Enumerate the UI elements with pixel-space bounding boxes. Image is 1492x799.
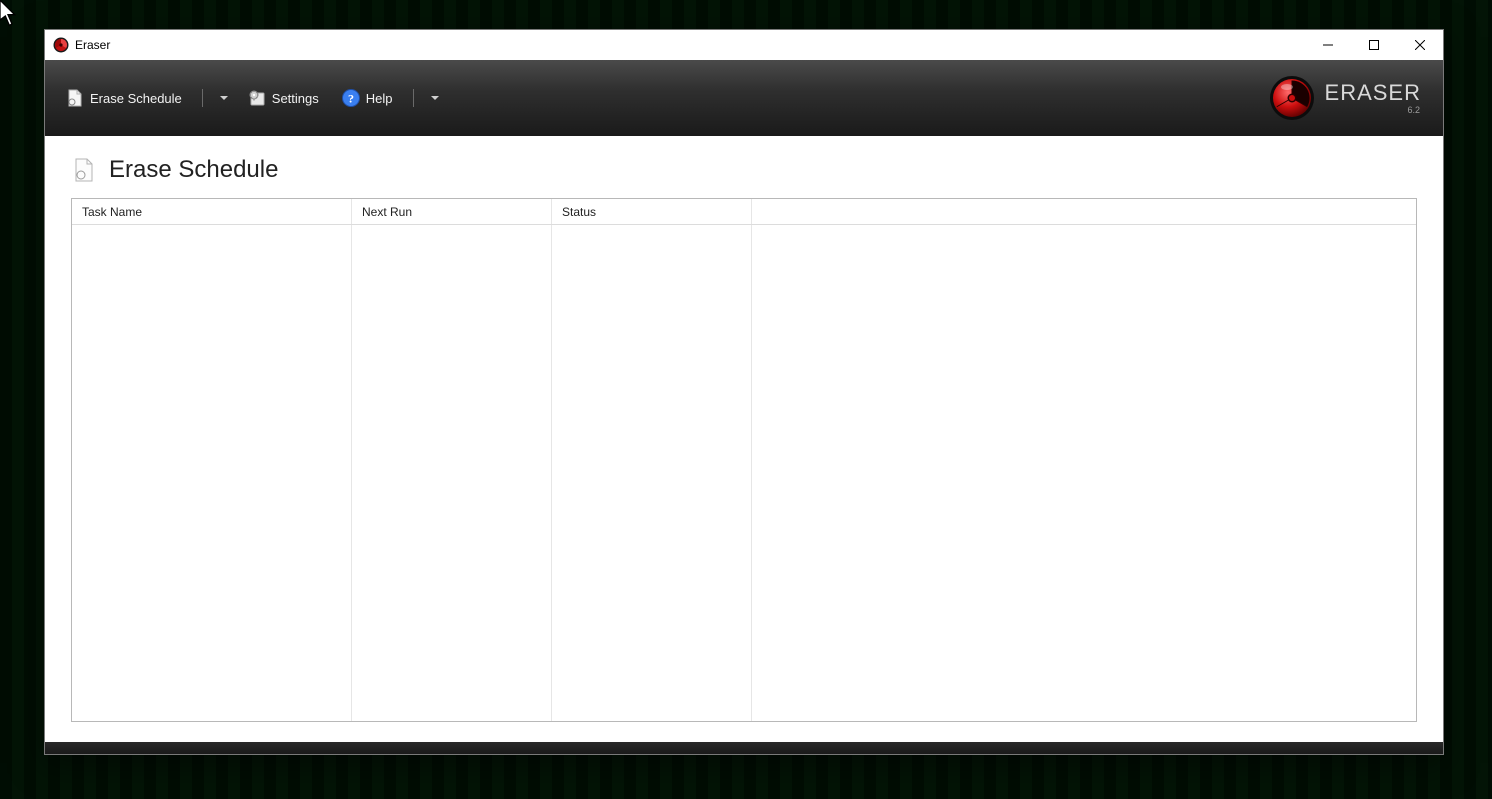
column-header-status[interactable]: Status (552, 199, 752, 224)
document-icon (71, 157, 97, 183)
app-window: Eraser Erase Schedule (44, 29, 1444, 755)
window-title: Eraser (75, 38, 110, 52)
help-label: Help (366, 91, 393, 106)
grid-header: Task Name Next Run Status (72, 199, 1416, 225)
erase-schedule-dropdown[interactable] (219, 89, 229, 107)
brand-logo-icon (1269, 75, 1315, 121)
help-button[interactable]: ? Help (337, 82, 397, 114)
maximize-button[interactable] (1351, 30, 1397, 60)
svg-text:?: ? (348, 92, 354, 106)
app-icon (53, 37, 69, 53)
column-header-blank[interactable] (752, 199, 1416, 224)
toolbar: Erase Schedule Settings ? Help (45, 60, 1443, 136)
help-dropdown[interactable] (430, 89, 440, 107)
brand-version: 6.2 (1407, 106, 1420, 115)
separator (202, 89, 203, 107)
titlebar[interactable]: Eraser (45, 30, 1443, 60)
brand: ERASER 6.2 (1269, 75, 1427, 121)
help-icon: ? (341, 88, 361, 108)
task-grid[interactable]: Task Name Next Run Status (71, 198, 1417, 722)
gear-icon (247, 88, 267, 108)
window-footer (45, 742, 1443, 754)
page-title-bar: Erase Schedule (71, 156, 1417, 184)
erase-schedule-button[interactable]: Erase Schedule (61, 82, 186, 114)
settings-label: Settings (272, 91, 319, 106)
page-title: Erase Schedule (109, 156, 278, 184)
column-header-next-run[interactable]: Next Run (352, 199, 552, 224)
erase-schedule-label: Erase Schedule (90, 91, 182, 106)
document-icon (65, 88, 85, 108)
separator (413, 89, 414, 107)
column-header-task-name[interactable]: Task Name (72, 199, 352, 224)
minimize-button[interactable] (1305, 30, 1351, 60)
settings-button[interactable]: Settings (243, 82, 323, 114)
content-area: Erase Schedule Task Name Next Run Status (45, 136, 1443, 742)
grid-body[interactable] (72, 225, 1416, 721)
close-button[interactable] (1397, 30, 1443, 60)
brand-name: ERASER (1325, 82, 1421, 104)
